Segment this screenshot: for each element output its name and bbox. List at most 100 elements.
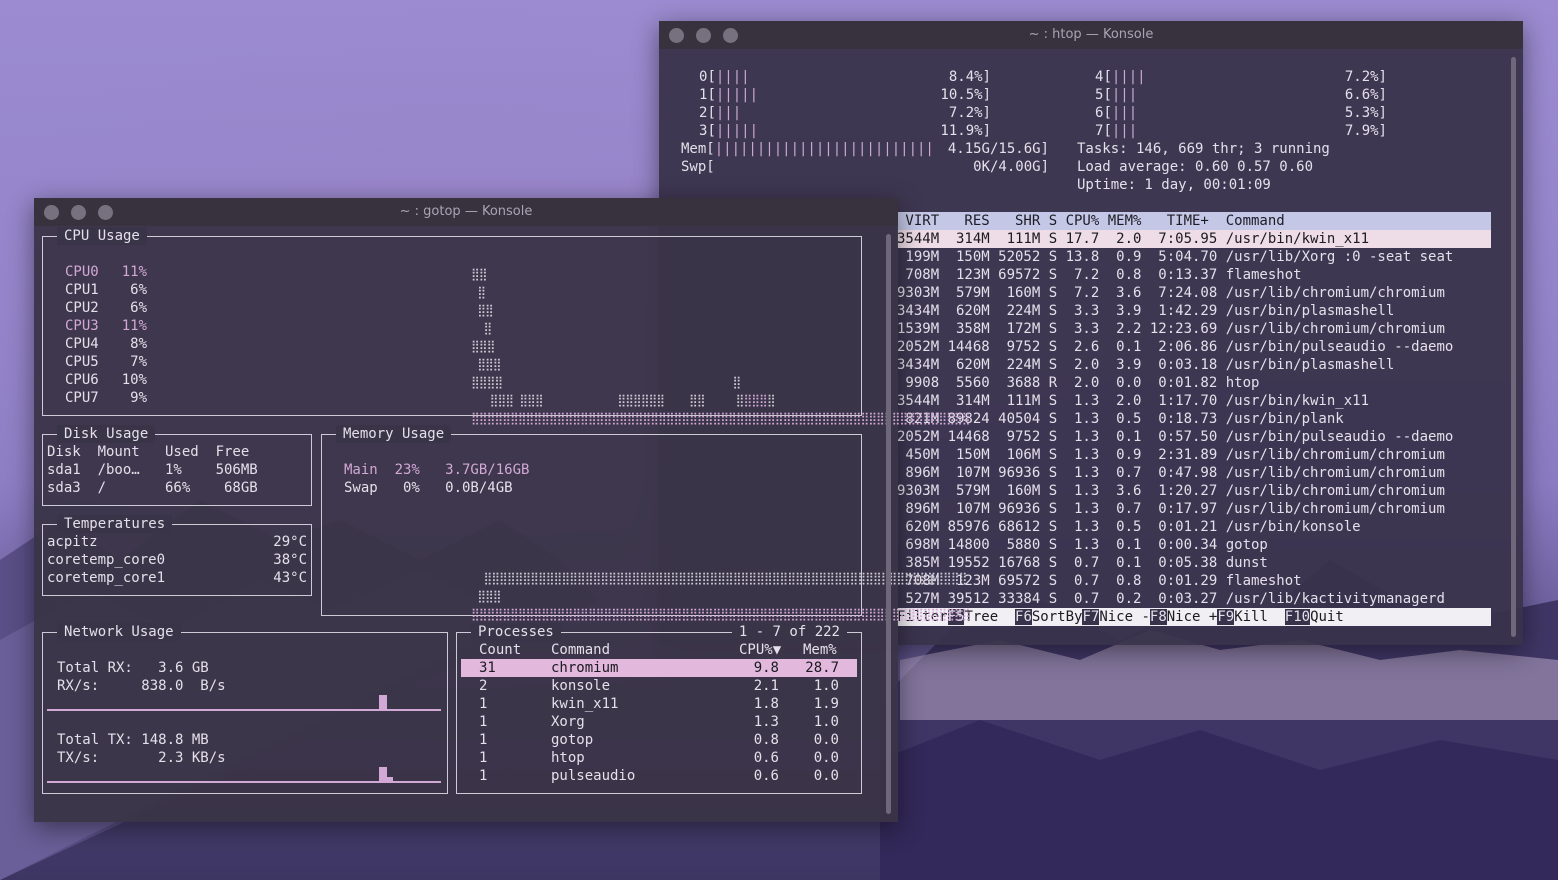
temperature-value: 29°C — [273, 534, 307, 550]
process-command: gotop — [551, 732, 594, 748]
function-key-f9: F9 — [1217, 609, 1235, 625]
process-row[interactable]: 1 pulseaudio 0.6 0.0 — [461, 767, 857, 785]
minimize-window-button[interactable] — [696, 28, 711, 43]
process-row[interactable]: 9303M 579M 160M S 1.3 3.6 1:20.27 /usr/l… — [897, 482, 1491, 500]
cpu-meter-percent: 7.2%] — [1344, 69, 1387, 85]
process-row[interactable]: 896M 107M 96936 S 1.3 0.7 0:17.97 /usr/l… — [897, 500, 1491, 518]
cpu-core-percent: 8% — [130, 336, 147, 352]
memory-braille-graph: ⣿⣿⣿⣿⣿⣿⣿⣿⣿⣿⣿⣿⣿⣿⣿⣿⣿⣿⣿⣿⣿⣿⣿⣿⣿⣿⣿⣿⣿⣿⣿⣿⣿⣿⣿⣿⣿⣿⣿⣿… — [471, 571, 970, 621]
process-count: 1 — [479, 714, 488, 730]
cpu-meter-bars: ||| — [1111, 87, 1138, 103]
load-average: Load average: 0.60 0.57 0.60 — [1077, 159, 1314, 175]
process-row[interactable]: 9303M 579M 160M S 7.2 3.6 7:24.08 /usr/l… — [897, 284, 1491, 302]
function-key-label[interactable]: Quit — [1310, 609, 1344, 625]
maximize-window-button[interactable] — [98, 205, 113, 220]
process-command: htop — [551, 750, 585, 766]
minimize-window-button[interactable] — [71, 205, 86, 220]
column-mem[interactable]: Mem% — [803, 641, 837, 659]
process-row[interactable]: 527M 39512 33384 S 0.7 0.2 0:03.27 /usr/… — [897, 590, 1491, 608]
cpu-meter-0: 0[|||| — [699, 69, 750, 85]
rx-sparkline-spike — [379, 695, 387, 709]
process-count: 2 — [479, 678, 488, 694]
cpu-meter-6: 6[||| — [1095, 105, 1138, 121]
close-window-button[interactable] — [669, 28, 684, 43]
process-mem: 0.0 — [813, 768, 839, 784]
process-count: 1 — [479, 696, 488, 712]
close-window-button[interactable] — [44, 205, 59, 220]
cpu-core-percent: 7% — [130, 354, 147, 370]
tx-rate: TX/s: 2.3 KB/s — [57, 750, 226, 766]
temperature-sensor: coretemp_core1 — [47, 570, 166, 586]
disk-table-header: Disk Mount Used Free — [47, 444, 250, 460]
process-command: Xorg — [551, 714, 585, 730]
column-cpu-sorted[interactable]: CPU%▼ — [739, 641, 781, 659]
process-mem: 1.0 — [813, 714, 839, 730]
process-row[interactable]: 3434M 620M 224M S 2.0 3.9 0:03.18 /usr/b… — [897, 356, 1491, 374]
process-row[interactable]: 1 Xorg 1.3 1.0 — [461, 713, 857, 731]
cpu-usage-title: CPU Usage — [57, 227, 147, 245]
process-command: konsole — [551, 678, 611, 694]
uptime: Uptime: 1 day, 00:01:09 — [1077, 177, 1271, 193]
process-row[interactable]: 31 chromium 9.8 28.7 — [461, 659, 857, 677]
cpu-core-percent: 6% — [130, 300, 147, 316]
process-row[interactable]: 3434M 620M 224M S 3.3 3.9 1:42.29 /usr/b… — [897, 302, 1491, 320]
processes-range: 1 - 7 of 222 — [731, 623, 847, 641]
process-mem: 28.7 — [805, 660, 839, 676]
process-count: 1 — [479, 768, 488, 784]
htop-scrollbar[interactable] — [1511, 57, 1516, 637]
process-cpu: 2.1 — [753, 678, 779, 694]
total-tx: Total TX: 148.8 MB — [57, 732, 209, 748]
process-row[interactable]: 620M 85976 68612 S 1.3 0.5 0:01.21 /usr/… — [897, 518, 1491, 536]
process-row[interactable]: 3544M 314M 111M S 17.7 2.0 7:05.95 /usr/… — [897, 230, 1491, 248]
process-row[interactable]: 1 gotop 0.8 0.0 — [461, 731, 857, 749]
column-command[interactable]: Command — [551, 641, 610, 659]
htop-titlebar[interactable]: ~ : htop — Konsole — [659, 21, 1523, 49]
maximize-window-button[interactable] — [723, 28, 738, 43]
rx-sparkline-baseline — [47, 709, 441, 711]
process-row[interactable]: 1 htop 0.6 0.0 — [461, 749, 857, 767]
cpu-meter-bars: ||| — [715, 105, 742, 121]
process-command: chromium — [551, 660, 619, 676]
process-row[interactable]: 385M 19552 16768 S 0.7 0.1 0:05.38 dunst — [897, 554, 1491, 572]
process-row[interactable]: 2 konsole 2.1 1.0 — [461, 677, 857, 695]
process-count: 1 — [479, 732, 488, 748]
process-row[interactable]: 199M 150M 52052 S 13.8 0.9 5:04.70 /usr/… — [897, 248, 1491, 266]
process-row[interactable]: 450M 150M 106M S 1.3 0.9 2:31.89 /usr/li… — [897, 446, 1491, 464]
process-cpu: 9.8 — [753, 660, 779, 676]
function-key-label[interactable]: Nice - — [1099, 609, 1150, 625]
cpu-meter-3: 3[||||| — [699, 123, 759, 139]
cpu-meter-percent: 8.4%] — [948, 69, 991, 85]
process-table-header[interactable]: VIRT RES SHR S CPU% MEM% TIME+ Command — [897, 212, 1491, 230]
gotop-window[interactable]: ~ : gotop — Konsole CPU Usage CPU0 11% CPU… — [34, 198, 970, 822]
process-row[interactable]: 3544M 314M 111M S 1.3 2.0 1:17.70 /usr/b… — [897, 392, 1491, 410]
gotop-scrollbar[interactable] — [886, 234, 891, 814]
process-row[interactable]: 1 kwin_x11 1.8 1.9 — [461, 695, 857, 713]
function-key-label[interactable]: Tree — [964, 609, 1015, 625]
process-row[interactable]: 9908 5560 3688 R 2.0 0.0 0:01.82 htop — [897, 374, 1491, 392]
process-row[interactable]: 2052M 14468 9752 S 2.6 0.1 2:06.86 /usr/… — [897, 338, 1491, 356]
process-row[interactable]: 708M 123M 69572 S 7.2 0.8 0:13.37 flames… — [897, 266, 1491, 284]
process-row[interactable]: 1539M 358M 172M S 3.3 2.2 12:23.69 /usr/… — [897, 320, 1491, 338]
column-count[interactable]: Count — [479, 641, 521, 659]
process-row[interactable]: 2052M 14468 9752 S 1.3 0.1 0:57.50 /usr/… — [897, 428, 1491, 446]
memory-meter-value: 4.15G/15.6G] — [947, 141, 1049, 157]
temperature-value: 38°C — [273, 552, 307, 568]
process-row[interactable]: 821M 89824 40504 S 1.3 0.5 0:18.73 /usr/… — [897, 410, 1491, 428]
tasks-summary: Tasks: 146, 669 thr; 3 running — [1077, 141, 1330, 157]
function-key-label[interactable]: SortBy — [1032, 609, 1083, 625]
tx-sparkline-baseline — [47, 781, 441, 783]
cpu-meter-5: 5[||| — [1095, 87, 1138, 103]
swap-meter: Swp[ — [681, 159, 715, 175]
process-row[interactable]: 896M 107M 96936 S 1.3 0.7 0:47.98 /usr/l… — [897, 464, 1491, 482]
gotop-titlebar[interactable]: ~ : gotop — Konsole — [34, 198, 898, 226]
process-row[interactable]: 708M 123M 69572 S 0.7 0.8 0:01.29 flames… — [897, 572, 1491, 590]
memory-meter: Mem[|||||||||||||||||||||||||| — [681, 141, 934, 157]
temperatures-panel: Temperatures acpitz 29°C coretemp_core0 38°… — [42, 515, 312, 596]
process-row[interactable]: 698M 14800 5880 S 1.3 0.1 0:00.34 gotop — [897, 536, 1491, 554]
function-key-label[interactable]: Nice + — [1167, 609, 1218, 625]
function-key-label[interactable]: Kill — [1234, 609, 1285, 625]
process-command: pulseaudio — [551, 768, 636, 784]
function-key-f10: F10 — [1284, 609, 1311, 625]
memory-swap: Swap 0% 0.0B/4GB — [344, 480, 513, 496]
cpu-meter-bars: ||| — [1111, 123, 1138, 139]
